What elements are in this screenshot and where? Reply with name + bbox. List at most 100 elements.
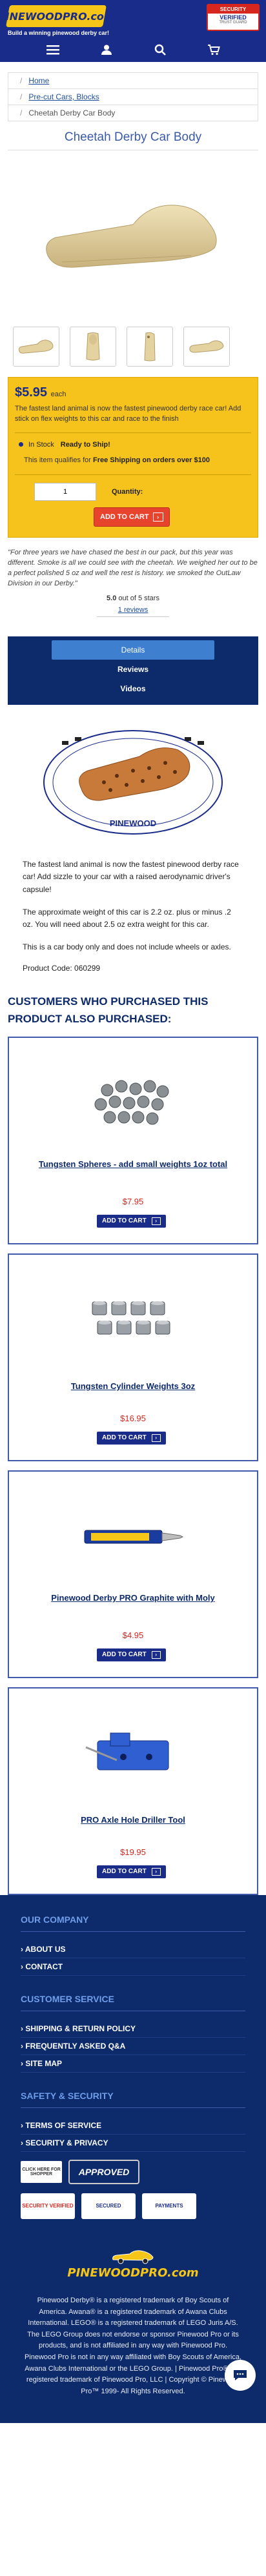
- site-logo-text: PINEWOODPRO.com: [0, 10, 115, 23]
- also-purchased-card: Tungsten Spheres - add small weights 1oz…: [8, 1036, 258, 1244]
- chat-icon[interactable]: [225, 2360, 256, 2391]
- also-purchased-card: Tungsten Cylinder Weights 3oz $16.95 ADD…: [8, 1253, 258, 1461]
- tab-videos[interactable]: Videos: [8, 679, 258, 698]
- search-icon[interactable]: [152, 41, 169, 58]
- reviews-link[interactable]: 1 reviews: [0, 606, 266, 614]
- footer-link-terms[interactable]: TERMS OF SERVICE: [21, 2117, 245, 2135]
- tungsten-spheres-image[interactable]: [9, 1068, 257, 1139]
- security-verified-footer-badge[interactable]: SECURITY VERIFIED: [21, 2193, 75, 2219]
- graphite-tube-image[interactable]: [9, 1501, 257, 1572]
- also-purchased-name-2[interactable]: Tungsten Cylinder Weights 3oz: [22, 1380, 244, 1393]
- user-icon[interactable]: [98, 41, 115, 58]
- security-badge-line1: SECURITY: [208, 5, 258, 14]
- shopper-approved-badge[interactable]: CLICK HERE FOR SHOPPER: [21, 2160, 62, 2183]
- also-purchased-name-3[interactable]: Pinewood Derby PRO Graphite with Moly: [22, 1592, 244, 1605]
- footer-link-shipping[interactable]: SHIPPING & RETURN POLICY: [21, 2020, 245, 2038]
- footer-service-heading: CUSTOMER SERVICE: [21, 1994, 245, 2011]
- product-code: Product Code: 060299: [23, 964, 101, 973]
- stock-dot-icon: [19, 442, 23, 447]
- product-thumbnail[interactable]: [127, 327, 173, 367]
- add-to-cart-wrap: ADD TO CART ›: [15, 507, 251, 531]
- also-purchased-name-1[interactable]: Tungsten Spheres - add small weights 1oz…: [22, 1158, 244, 1171]
- add-to-cart-button[interactable]: ADD TO CART ›: [97, 1648, 166, 1661]
- breadcrumb-category-row: / Pre-cut Cars, Blocks: [8, 89, 258, 105]
- legal-text: Pinewood Derby® is a registered trademar…: [24, 2296, 242, 2395]
- ready-to-ship-text: Ready to Ship!: [60, 440, 110, 449]
- price-value: $5.95: [15, 385, 48, 400]
- also-purchased-card: Pinewood Derby PRO Graphite with Moly $4…: [8, 1470, 258, 1678]
- add-to-cart-button[interactable]: ADD TO CART ›: [97, 1214, 166, 1228]
- footer-link-sitemap[interactable]: SITE MAP: [21, 2055, 245, 2073]
- approved-badge[interactable]: APPROVED: [68, 2159, 139, 2184]
- breadcrumb-home-link[interactable]: Home: [28, 76, 49, 85]
- customer-quote: "For three years we have chased the best…: [8, 549, 258, 588]
- product-main-image[interactable]: [8, 157, 258, 315]
- footer-company: OUR COMPANY ABOUT US CONTACT: [21, 1914, 245, 1976]
- footer-link-faq[interactable]: FREQUENTLY ASKED Q&A: [21, 2038, 245, 2055]
- emblem-text: PINEWOOD: [110, 818, 156, 828]
- tab-reviews[interactable]: Reviews: [8, 660, 258, 679]
- footer-link-about[interactable]: ABOUT US: [21, 1941, 245, 1958]
- breadcrumb: / Home / Pre-cut Cars, Blocks / Cheetah Der…: [8, 72, 258, 121]
- add-to-cart-button[interactable]: ADD TO CART ›: [97, 1431, 166, 1445]
- breadcrumb-current-label: Cheetah Derby Car Body: [28, 108, 116, 117]
- cart-arrow-icon: ›: [151, 1434, 161, 1442]
- price-box: $5.95 each The fastest land animal is no…: [8, 377, 258, 538]
- breadcrumb-home-label: Home: [28, 76, 50, 85]
- security-badge-line2: VERIFIED: [220, 14, 247, 21]
- axle-driller-image[interactable]: [9, 1718, 257, 1789]
- stock-status: In Stock Ready to Ship!: [15, 441, 251, 449]
- product-thumbnail[interactable]: [183, 327, 230, 367]
- add-to-cart-label: ADD TO CART: [100, 513, 149, 522]
- also-purchased-price-1: $7.95: [122, 1196, 144, 1206]
- product-detail-image: PINEWOOD: [36, 724, 230, 840]
- menu-icon[interactable]: [45, 41, 61, 58]
- footer-logo-text: PINEWOODPRO.com: [67, 2266, 199, 2280]
- rating-suffix: out of 5 stars: [118, 594, 159, 603]
- product-details: The fastest land animal is now the faste…: [23, 858, 243, 953]
- details-paragraph-2: The approximate weight of this car is 2.…: [23, 907, 231, 929]
- price-unit: each: [50, 390, 66, 398]
- breadcrumb-home-row: / Home: [8, 73, 258, 89]
- details-paragraph-3: This is a car body only and does not inc…: [23, 942, 231, 952]
- breadcrumb-category-link[interactable]: Pre-cut Cars, Blocks: [28, 92, 99, 101]
- also-purchased-price-4: $19.95: [120, 1847, 146, 1857]
- also-purchased-price-3: $4.95: [122, 1630, 144, 1640]
- cart-icon[interactable]: [205, 41, 222, 58]
- footer-safety-heading: SAFETY & SECURITY: [21, 2091, 245, 2108]
- page-title: Cheetah Derby Car Body: [64, 130, 202, 144]
- footer-logo[interactable]: PINEWOODPRO.com: [67, 2245, 199, 2284]
- tab-details[interactable]: Details: [52, 640, 214, 660]
- add-to-cart-button[interactable]: ADD TO CART ›: [94, 507, 170, 527]
- add-to-cart-label: ADD TO CART: [102, 1868, 147, 1876]
- site-tagline: Build a winning pinewood derby car!: [8, 30, 110, 36]
- footer-link-contact[interactable]: CONTACT: [21, 1958, 245, 1976]
- breadcrumb-current-row: / Cheetah Derby Car Body: [20, 108, 116, 117]
- security-badge-line3: TRUST GUARD: [219, 21, 247, 25]
- reviews-divider: [97, 616, 169, 618]
- site-logo[interactable]: PINEWOODPRO.com: [0, 5, 114, 27]
- footer-company-heading: OUR COMPANY: [21, 1914, 245, 1932]
- add-to-cart-button[interactable]: ADD TO CART ›: [97, 1865, 166, 1878]
- short-description: The fastest land animal is now the faste…: [15, 404, 251, 433]
- footer-link-privacy[interactable]: SECURITY & PRIVACY: [21, 2135, 245, 2152]
- product-thumbnail[interactable]: [70, 327, 116, 367]
- also-purchased-name-4[interactable]: PRO Axle Hole Driller Tool: [22, 1814, 244, 1827]
- payments-badge[interactable]: PAYMENTS: [142, 2193, 196, 2219]
- trust-badges: CLICK HERE FOR SHOPPER APPROVED: [21, 2159, 245, 2184]
- site-footer: OUR COMPANY ABOUT US CONTACT CUSTOMER SE…: [0, 1894, 266, 2424]
- cart-arrow-icon: ›: [151, 1867, 161, 1876]
- quantity-label: Quantity:: [112, 488, 143, 496]
- also-purchased-card: PRO Axle Hole Driller Tool $19.95 ADD TO…: [8, 1687, 258, 1895]
- secured-badge[interactable]: SECURED: [81, 2193, 136, 2219]
- stock-status-text: In Stock: [28, 440, 54, 449]
- tungsten-cylinder-image[interactable]: [9, 1284, 257, 1355]
- quantity-input[interactable]: [34, 483, 96, 502]
- security-verified-badge[interactable]: SECURITY VERIFIED TRUST GUARD: [207, 4, 260, 31]
- shipping-note-bold: Free Shipping on orders over $100: [93, 456, 210, 464]
- product-thumbnails: [13, 327, 253, 367]
- also-purchased-title: CUSTOMERS WHO PURCHASED THIS PRODUCT ALS…: [8, 995, 209, 1025]
- cart-arrow-icon: ›: [151, 1650, 161, 1659]
- also-purchased-price-2: $16.95: [120, 1413, 146, 1423]
- product-thumbnail[interactable]: [13, 327, 59, 367]
